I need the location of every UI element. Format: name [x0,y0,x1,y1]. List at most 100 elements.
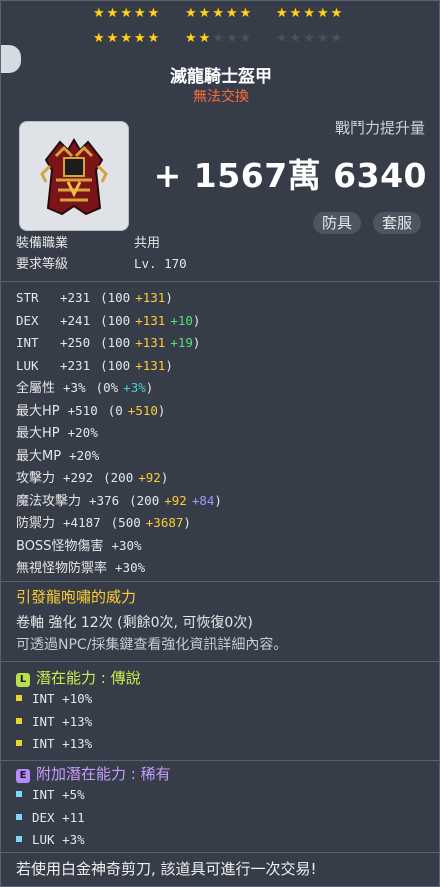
star-empty-icon: ★ [212,31,224,46]
stat-row: BOSS怪物傷害 +30% [16,536,152,557]
star-group-2: ★ ★ ★ ★ ★ [185,7,251,21]
star-filled-icon: ★ [185,6,197,21]
divider [1,760,439,761]
stat-total: +231 [60,290,91,305]
star-empty-icon: ★ [239,31,252,46]
potential-line: INT +13% [16,734,92,755]
stat-row: INT +250 (100 +131 +19) [16,333,200,354]
potential-line-text: DEX +11 [32,809,85,825]
stat-label: 全屬性 [16,381,56,396]
stat-bonus: +92 [164,492,187,508]
star-filled-icon: ★ [147,31,160,46]
req-job-label: 裝備職業 [16,236,69,251]
star-group-1: ★ ★ ★ ★ ★ [93,7,159,21]
req-level-value: Lv. 170 [134,256,187,271]
star-filled-icon: ★ [93,6,105,21]
star-filled-icon: ★ [185,31,197,46]
star-group-6: ★ ★ ★ ★ ★ [276,32,342,46]
stat-base: (200 [103,470,134,485]
star-filled-icon: ★ [212,6,224,21]
stat-base: (200 [129,492,160,508]
potential-title-text: 潛在能力 : 傳說 [36,669,141,687]
potential-line-text: INT +10% [32,691,93,706]
stat-base: (100 [100,312,131,328]
stat-total: +231 [60,357,91,373]
stat-close: ) [165,290,173,305]
scissors-note: 若使用白金神奇剪刀, 該道具可進行一次交易! [16,860,317,878]
stat-close: ) [192,312,201,328]
stat-bonus: +131 [135,357,166,373]
stat-base: (0% [95,380,119,395]
stat-bonus: +131 [135,290,166,305]
star-filled-icon: ★ [120,31,132,46]
item-name: 滅龍騎士盔甲 [170,67,272,87]
potential-line-text: INT +5% [32,787,85,802]
stat-total: +20% [67,425,98,440]
star-filled-icon: ★ [239,6,252,21]
stat-label: 攻擊力 [16,471,56,486]
stat-total: +250 [60,335,91,350]
stat-bonus: +92 [138,470,161,485]
item-tooltip: ★ ★ ★ ★ ★ ★ ★ ★ ★ ★ ★ ★ ★ ★ ★ ★ ★ ★ ★ ★ ★ ★ ★ ★ ★ ★ ★ ★ ★ ★ 滅龍騎士… [0,0,440,887]
stat-extra: +19 [170,335,193,350]
divider [1,281,439,282]
bullet-icon [16,813,22,820]
stat-bonus: +131 [135,312,166,328]
upgrade-note: 可透過NPC/採集鍵查看強化資訊詳細內容。 [16,637,288,653]
star-filled-icon: ★ [330,6,343,21]
divider [1,581,439,582]
star-filled-icon: ★ [133,31,146,46]
stat-close: ) [160,470,169,485]
stat-label: DEX [16,312,39,328]
potential-line: DEX +11 [16,808,85,829]
tag-set: 套服 [373,212,422,234]
star-filled-icon: ★ [289,6,302,21]
potential-line: INT +13% [16,712,92,733]
stat-label: 最大HP [16,403,60,419]
stat-row: LUK +231 (100 +131) [16,356,173,377]
combat-power-value: + 1567萬 6340 [153,156,427,195]
potential-line-text: LUK +3% [32,832,85,847]
divider [1,661,439,662]
stat-label: BOSS怪物傷害 [16,538,104,554]
potential-line: LUK +3% [16,830,85,851]
star-force-row-2: ★ ★ ★ ★ ★ ★ ★ ★ ★ ★ ★ ★ ★ ★ ★ [1,32,440,52]
stat-total: +20% [69,447,100,463]
bonus-potential-title: E 附加潛在能力 : 稀有 [16,763,171,784]
star-group-3: ★ ★ ★ ★ ★ [276,7,342,21]
star-filled-icon: ★ [276,6,288,21]
stat-close: ) [214,492,222,508]
stat-close: ) [183,515,191,530]
stat-row: 最大MP +20% [16,446,109,467]
bullet-icon [16,717,22,724]
bullet-icon [16,740,22,746]
stat-base: (500 [110,515,141,530]
divider [1,852,439,853]
stat-label: LUK [16,357,39,373]
potential-line: INT +5% [16,785,85,806]
stat-total: +4187 [63,515,101,530]
stat-label: 最大HP [16,426,60,441]
star-filled-icon: ★ [198,6,211,21]
stat-row: 魔法攻擊力 +376 (200 +92 +84) [16,491,222,512]
star-filled-icon: ★ [106,31,119,46]
star-filled-icon: ★ [120,6,132,21]
star-filled-icon: ★ [303,6,315,21]
combat-power-label: 戰鬥力提升量 [334,119,425,137]
soul-title: 引發龍咆嘯的威力 [16,588,137,606]
stat-close: ) [157,402,166,418]
star-empty-icon: ★ [303,31,315,46]
req-level-label: 要求等級 [16,257,69,272]
stat-label: 無視怪物防禦率 [16,561,108,576]
tag-armor: 防具 [313,212,362,234]
bullet-icon [16,836,22,842]
stat-bonus: +131 [135,335,166,350]
star-force-row-1: ★ ★ ★ ★ ★ ★ ★ ★ ★ ★ ★ ★ ★ ★ ★ [1,7,440,27]
stat-row: DEX +241 (100 +131 +10) [16,311,200,332]
stat-label: STR [16,290,39,305]
stat-base: (100 [100,357,131,373]
stat-row: STR +231 (100 +131) [16,288,173,309]
star-empty-icon: ★ [289,31,302,46]
stat-label: 魔法攻擊力 [16,493,82,509]
stat-total: +3% [63,380,86,395]
